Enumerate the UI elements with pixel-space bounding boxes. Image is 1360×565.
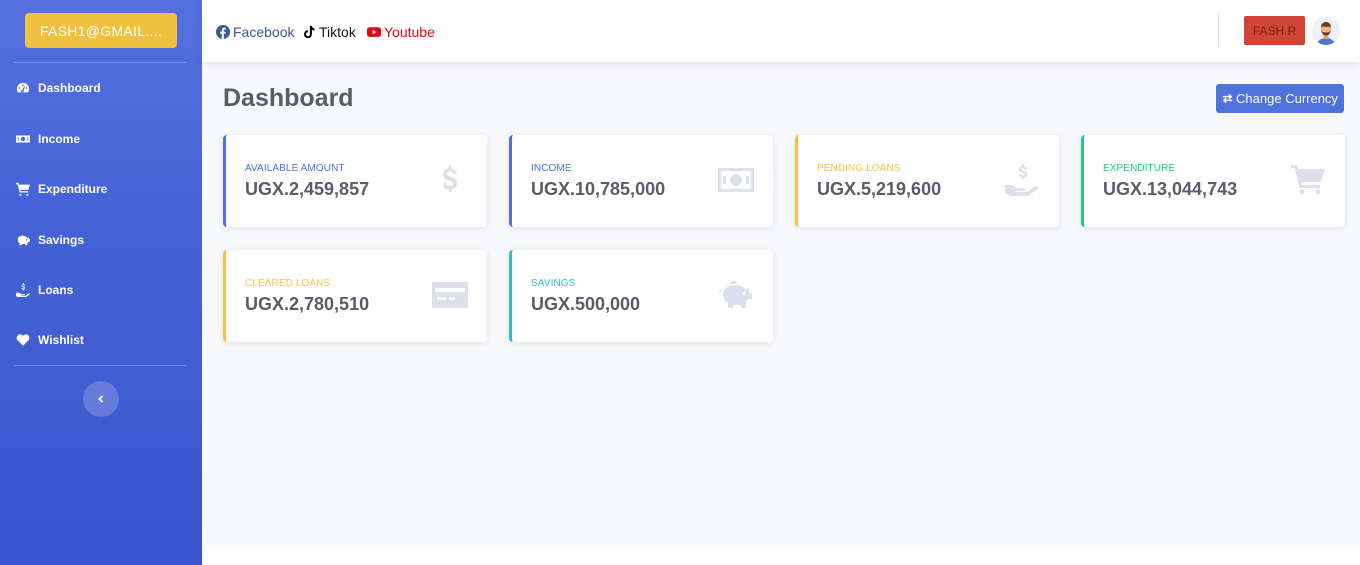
card-income: INCOME UGX.10,785,000 xyxy=(509,135,773,227)
sidebar-item-loans[interactable]: Loans xyxy=(16,280,73,300)
credit-card-icon xyxy=(430,276,470,314)
footer xyxy=(202,545,1360,565)
topbar: Facebook Tiktok Youtube FASH R xyxy=(202,0,1360,62)
sidebar-item-savings[interactable]: Savings xyxy=(16,230,84,250)
sidebar-item-wishlist[interactable]: Wishlist xyxy=(16,330,84,350)
exchange-icon xyxy=(1222,93,1233,104)
chevron-left-icon xyxy=(98,395,104,403)
card-available-amount: AVAILABLE AMOUNT UGX.2,459,857 xyxy=(223,135,487,227)
tiktok-icon xyxy=(304,25,315,39)
sidebar-item-label: Loans xyxy=(38,283,74,297)
card-expenditure: EXPENDITURE UGX.13,044,743 xyxy=(1081,135,1345,227)
hand-holding-usd-icon xyxy=(1003,161,1041,199)
card-value: UGX.10,785,000 xyxy=(531,179,666,199)
avatar[interactable] xyxy=(1312,17,1340,45)
card-label: INCOME xyxy=(531,163,572,174)
tiktok-link[interactable]: Tiktok xyxy=(302,23,356,41)
sidebar-divider-bottom xyxy=(14,365,187,366)
user-name-button[interactable]: FASH R xyxy=(1244,16,1305,45)
sidebar-item-dashboard[interactable]: Dashboard xyxy=(16,78,101,98)
topbar-divider xyxy=(1218,13,1219,47)
sidebar-divider-top xyxy=(14,62,187,63)
sidebar-item-income[interactable]: Income xyxy=(16,129,80,149)
shopping-cart-icon xyxy=(16,182,30,196)
piggy-bank-icon xyxy=(17,235,30,246)
dollar-icon xyxy=(431,161,469,199)
card-cleared-loans: CLEARED LOANS UGX.2,780,510 xyxy=(223,250,487,342)
sidebar-item-label: Savings xyxy=(38,233,85,247)
money-bill-icon xyxy=(16,135,30,143)
sidebar-item-label: Expenditure xyxy=(38,182,108,196)
sidebar-item-expenditure[interactable]: Expenditure xyxy=(16,179,107,199)
sidebar-item-label: Income xyxy=(38,132,81,146)
hand-holding-usd-icon xyxy=(16,283,30,297)
user-avatar-icon xyxy=(1312,17,1340,45)
facebook-icon xyxy=(216,25,230,39)
sidebar-toggle-button[interactable] xyxy=(83,381,119,417)
card-savings: SAVINGS UGX.500,000 xyxy=(509,250,773,342)
tiktok-label: Tiktok xyxy=(319,24,356,40)
page-title: Dashboard xyxy=(223,84,354,112)
card-value: UGX.2,780,510 xyxy=(245,294,370,314)
sidebar: FASH1@GMAIL.... Dashboard Income Expendi… xyxy=(0,0,202,565)
card-label: EXPENDITURE xyxy=(1103,163,1176,174)
tachometer-icon xyxy=(16,82,30,93)
change-currency-button[interactable]: Change Currency xyxy=(1216,84,1344,113)
card-pending-loans: PENDING LOANS UGX.5,219,600 xyxy=(795,135,1059,227)
main-content: Dashboard Change Currency AVAILABLE AMOU… xyxy=(202,62,1360,545)
card-label: SAVINGS xyxy=(531,278,576,289)
shopping-cart-icon xyxy=(1289,161,1327,199)
piggy-bank-icon xyxy=(717,276,755,314)
heart-icon xyxy=(16,334,30,346)
facebook-link[interactable]: Facebook xyxy=(216,23,294,41)
card-label: PENDING LOANS xyxy=(817,163,901,174)
card-value: UGX.13,044,743 xyxy=(1103,179,1238,199)
money-bill-icon xyxy=(716,161,756,199)
youtube-link[interactable]: Youtube xyxy=(367,23,435,41)
card-value: UGX.2,459,857 xyxy=(245,179,370,199)
sidebar-item-label: Wishlist xyxy=(38,333,84,347)
change-currency-label: Change Currency xyxy=(1236,91,1338,106)
sidebar-item-label: Dashboard xyxy=(38,81,101,95)
card-label: AVAILABLE AMOUNT xyxy=(245,163,345,174)
user-email-button[interactable]: FASH1@GMAIL.... xyxy=(25,13,177,48)
card-value: UGX.500,000 xyxy=(531,294,641,314)
youtube-icon xyxy=(367,27,381,37)
card-value: UGX.5,219,600 xyxy=(817,179,942,199)
youtube-label: Youtube xyxy=(384,24,435,40)
card-label: CLEARED LOANS xyxy=(245,278,331,289)
facebook-label: Facebook xyxy=(233,24,295,40)
